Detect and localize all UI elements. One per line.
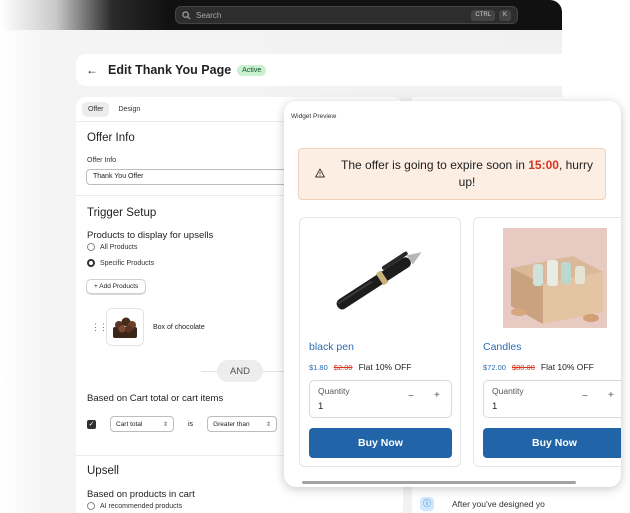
- search-input[interactable]: Search CTRL K: [175, 6, 518, 24]
- cart-condition-row: ✓ Cart total ⇕ is Greater than ⇕: [87, 416, 278, 432]
- info-icon: ⓘ: [420, 497, 434, 511]
- offer-info-label: Offer Info: [87, 157, 117, 164]
- minus-icon[interactable]: −: [408, 391, 414, 402]
- condition-field-select[interactable]: Cart total ⇕: [110, 416, 174, 432]
- radio-specific-products[interactable]: Specific Products: [87, 259, 154, 267]
- tab-offer[interactable]: Offer: [82, 102, 110, 117]
- product-image: [310, 226, 452, 330]
- radio-button[interactable]: [87, 259, 95, 267]
- offer-info-heading: Offer Info: [87, 132, 135, 144]
- status-badge: Active: [237, 64, 267, 76]
- cart-condition-heading: Based on Cart total or cart items: [87, 393, 224, 404]
- chevron-up-down-icon: ⇕: [266, 421, 272, 428]
- timer-text-before: The offer is going to expire soon in: [341, 158, 529, 172]
- search-icon: [182, 10, 191, 19]
- shortcut-key-k: K: [498, 10, 511, 21]
- radio-button[interactable]: [87, 502, 95, 510]
- radio-ai-recommended[interactable]: AI recommended products: [87, 502, 182, 510]
- plus-icon[interactable]: +: [608, 390, 614, 401]
- page-header: ← Edit Thank You Page Active: [76, 54, 562, 86]
- preview-label: Widget Preview: [291, 113, 337, 120]
- upsell-subheading: Based on products in cart: [87, 489, 195, 500]
- radio-label: AI recommended products: [100, 502, 183, 510]
- buy-now-button[interactable]: Buy Now: [309, 428, 452, 458]
- product-thumbnail: [106, 308, 144, 346]
- sale-price: $1.80: [309, 362, 328, 372]
- warning-icon: [315, 168, 325, 178]
- original-price: $2.00: [333, 362, 353, 372]
- expiry-timer-banner: The offer is going to expire soon in 15:…: [298, 148, 606, 200]
- quantity-stepper[interactable]: Quantity 1 − +: [309, 380, 452, 418]
- pen-image: [336, 251, 422, 310]
- radio-button[interactable]: [87, 243, 95, 251]
- products-upsell-heading: Products to display for upsells: [87, 230, 214, 241]
- quantity-value[interactable]: 1: [318, 401, 323, 412]
- buy-now-button[interactable]: Buy Now: [483, 428, 621, 458]
- product-card: black pen $1.80 $2.00 Flat 10% OFF Quant…: [299, 217, 461, 467]
- product-card: Candles $72.00 $80.00 Flat 10% OFF Quant…: [473, 217, 621, 467]
- radio-all-products[interactable]: All Products: [87, 243, 137, 251]
- product-name[interactable]: black pen: [309, 341, 354, 353]
- and-label: AND: [217, 360, 263, 382]
- upsell-heading: Upsell: [87, 465, 119, 477]
- timer-message: The offer is going to expire soon in 15:…: [333, 157, 601, 191]
- settings-tabs: Offer Design: [82, 102, 146, 117]
- product-name: Box of chocolate: [153, 323, 205, 331]
- selected-product-row: ⋮⋮ Box of chocolate: [91, 308, 205, 346]
- add-products-button[interactable]: + Add Products: [86, 279, 147, 294]
- operator-word: is: [188, 420, 194, 428]
- product-prices: $72.00 $80.00 Flat 10% OFF: [483, 362, 594, 372]
- timer-countdown: 15:00: [528, 158, 559, 172]
- radio-label: Specific Products: [100, 259, 155, 267]
- original-price: $80.00: [511, 362, 535, 372]
- info-text: After you've designed yo: [452, 499, 545, 509]
- candles-image: [503, 228, 607, 328]
- tab-design[interactable]: Design: [112, 102, 146, 117]
- quantity-value[interactable]: 1: [492, 401, 497, 412]
- comparator-select[interactable]: Greater than ⇕: [207, 416, 278, 432]
- top-bar: Search CTRL K: [0, 0, 562, 30]
- select-value: Greater than: [213, 420, 250, 428]
- radio-label: All Products: [100, 243, 138, 251]
- quantity-stepper[interactable]: Quantity 1 − +: [483, 380, 621, 418]
- condition-checkbox[interactable]: ✓: [87, 419, 96, 429]
- product-prices: $1.80 $2.00 Flat 10% OFF: [309, 362, 411, 372]
- horizontal-scrollbar[interactable]: [302, 481, 576, 484]
- sale-price: $72.00: [483, 362, 506, 372]
- plus-icon[interactable]: +: [434, 390, 440, 401]
- arrow-left-icon[interactable]: ←: [86, 63, 98, 77]
- trigger-setup-heading: Trigger Setup: [87, 207, 157, 219]
- quantity-label: Quantity: [492, 386, 524, 396]
- drag-handle-icon[interactable]: ⋮⋮: [91, 322, 108, 333]
- product-image: [484, 226, 621, 330]
- search-placeholder: Search: [196, 10, 222, 20]
- page-title: Edit Thank You Page: [108, 63, 232, 77]
- chevron-up-down-icon: ⇕: [162, 421, 168, 428]
- chocolate-box-image: [113, 317, 137, 338]
- discount-label: Flat 10% OFF: [358, 362, 412, 372]
- minus-icon[interactable]: −: [582, 391, 588, 402]
- discount-label: Flat 10% OFF: [540, 362, 594, 372]
- info-banner: ⓘ After you've designed yo: [420, 497, 545, 511]
- shortcut-key-ctrl: CTRL: [471, 10, 495, 21]
- app-stage: Search CTRL K ← Edit Thank You Page Acti…: [0, 0, 630, 513]
- widget-preview: Widget Preview The offer is going to exp…: [284, 101, 621, 487]
- product-name[interactable]: Candles: [483, 341, 522, 353]
- select-value: Cart total: [116, 420, 143, 428]
- quantity-label: Quantity: [318, 386, 350, 396]
- offer-info-field[interactable]: Thank You Offer: [86, 169, 296, 185]
